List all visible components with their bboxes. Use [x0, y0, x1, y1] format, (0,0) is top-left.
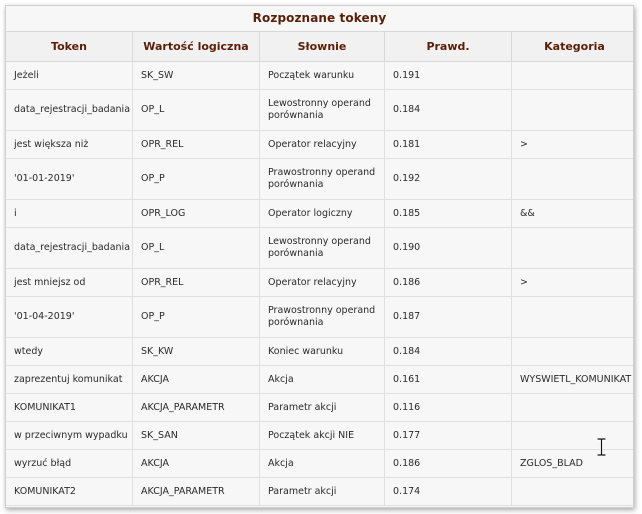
- cell-logic: AKCJA_PARAMETR: [132, 393, 260, 422]
- cell-words: Akcja: [259, 365, 385, 394]
- cell-words: Początek warunku: [259, 61, 385, 90]
- cell-category: [511, 296, 633, 338]
- cell-prob: 0.187: [384, 296, 512, 338]
- cell-category: >: [511, 268, 633, 297]
- cell-logic: AKCJA: [132, 365, 260, 394]
- cell-category: [511, 421, 633, 450]
- cell-category: [511, 89, 633, 131]
- header-token[interactable]: Token: [6, 32, 133, 62]
- cell-token: KOMUNIKAT1: [6, 393, 133, 422]
- cell-token: KOMUNIKAT2: [6, 477, 133, 506]
- cell-words: Akcja: [259, 449, 385, 478]
- header-probability[interactable]: Prawd.: [384, 32, 512, 62]
- cell-category: [511, 337, 633, 366]
- cell-logic: OPR_LOG: [132, 199, 260, 228]
- table-row[interactable]: wtedy SK_KW Koniec warunku 0.184: [6, 337, 633, 366]
- table-header-row: Token Wartość logiczna Słownie Prawd. Ka…: [6, 32, 633, 62]
- cell-words: Lewostronny operand porównania: [259, 89, 385, 131]
- cell-logic: OP_L: [132, 227, 260, 269]
- cell-prob: 0.181: [384, 130, 512, 159]
- cell-words: Operator logiczny: [259, 199, 385, 228]
- cell-prob: 0.184: [384, 337, 512, 366]
- table-row[interactable]: KOMUNIKAT1 AKCJA_PARAMETR Parametr akcji…: [6, 393, 633, 422]
- cell-prob: 0.161: [384, 365, 512, 394]
- cell-words: Parametr akcji: [259, 393, 385, 422]
- cell-prob: 0.174: [384, 477, 512, 506]
- table-row[interactable]: data_rejestracji_badania OP_L Lewostronn…: [6, 227, 633, 269]
- cell-token: i: [6, 199, 133, 228]
- table-row[interactable]: KOMUNIKAT2 AKCJA_PARAMETR Parametr akcji…: [6, 477, 633, 506]
- tokens-table: Token Wartość logiczna Słownie Prawd. Ka…: [6, 32, 633, 506]
- table-caption: Rozpoznane tokeny: [6, 6, 633, 32]
- cell-category: [511, 158, 633, 200]
- cell-category: ZGLOS_BLAD: [511, 449, 633, 478]
- cell-logic: OP_P: [132, 296, 260, 338]
- cell-prob: 0.185: [384, 199, 512, 228]
- cell-logic: OPR_REL: [132, 268, 260, 297]
- cell-logic: SK_SW: [132, 61, 260, 90]
- cell-logic: AKCJA_PARAMETR: [132, 477, 260, 506]
- cell-prob: 0.190: [384, 227, 512, 269]
- cell-logic: OPR_REL: [132, 130, 260, 159]
- table-row[interactable]: zaprezentuj komunikat AKCJA Akcja 0.161 …: [6, 365, 633, 394]
- text-cursor-icon: [597, 438, 606, 456]
- cell-category: [511, 393, 633, 422]
- table-row[interactable]: Jeżeli SK_SW Początek warunku 0.191: [6, 61, 633, 90]
- table-row[interactable]: jest większa niż OPR_REL Operator relacy…: [6, 130, 633, 159]
- cell-token: zaprezentuj komunikat: [6, 365, 133, 394]
- cell-token: '01-01-2019': [6, 158, 133, 200]
- cell-token: jest mniejsz od: [6, 268, 133, 297]
- cell-words: Operator relacyjny: [259, 130, 385, 159]
- cell-token: jest większa niż: [6, 130, 133, 159]
- cell-prob: 0.186: [384, 268, 512, 297]
- cell-words: Prawostronny operand porównania: [259, 296, 385, 338]
- cell-token: w przeciwnym wypadku: [6, 421, 133, 450]
- table-row[interactable]: w przeciwnym wypadku SK_SAN Początek akc…: [6, 421, 633, 450]
- cell-token: wtedy: [6, 337, 133, 366]
- cell-category: >: [511, 130, 633, 159]
- cell-words: Początek akcji NIE: [259, 421, 385, 450]
- table-row[interactable]: data_rejestracji_badania OP_L Lewostronn…: [6, 89, 633, 131]
- table-row[interactable]: '01-01-2019' OP_P Prawostronny operand p…: [6, 158, 633, 200]
- cell-token: '01-04-2019': [6, 296, 133, 338]
- cell-logic: SK_SAN: [132, 421, 260, 450]
- cell-prob: 0.192: [384, 158, 512, 200]
- header-words[interactable]: Słownie: [259, 32, 385, 62]
- cell-words: Koniec warunku: [259, 337, 385, 366]
- cell-prob: 0.177: [384, 421, 512, 450]
- cell-category: [511, 227, 633, 269]
- cell-category: [511, 61, 633, 90]
- cell-words: Parametr akcji: [259, 477, 385, 506]
- cell-token: data_rejestracji_badania: [6, 89, 133, 131]
- cell-token: wyrzuć błąd: [6, 449, 133, 478]
- cell-prob: 0.116: [384, 393, 512, 422]
- cell-logic: AKCJA: [132, 449, 260, 478]
- table-row[interactable]: wyrzuć błąd AKCJA Akcja 0.186 ZGLOS_BLAD: [6, 449, 633, 478]
- cell-words: Operator relacyjny: [259, 268, 385, 297]
- header-logical-value[interactable]: Wartość logiczna: [132, 32, 260, 62]
- cell-words: Prawostronny operand porównania: [259, 158, 385, 200]
- header-category[interactable]: Kategoria: [511, 32, 633, 62]
- cell-category: [511, 477, 633, 506]
- cell-prob: 0.186: [384, 449, 512, 478]
- table-row[interactable]: jest mniejsz od OPR_REL Operator relacyj…: [6, 268, 633, 297]
- cell-words: Lewostronny operand porównania: [259, 227, 385, 269]
- cell-token: data_rejestracji_badania: [6, 227, 133, 269]
- table-row[interactable]: '01-04-2019' OP_P Prawostronny operand p…: [6, 296, 633, 338]
- cell-logic: SK_KW: [132, 337, 260, 366]
- cell-category: WYSWIETL_KOMUNIKAT: [511, 365, 633, 394]
- cell-token: Jeżeli: [6, 61, 133, 90]
- cell-logic: OP_P: [132, 158, 260, 200]
- tokens-panel: Rozpoznane tokeny Token Wartość logiczna…: [5, 5, 634, 508]
- cell-prob: 0.191: [384, 61, 512, 90]
- cell-logic: OP_L: [132, 89, 260, 131]
- table-row[interactable]: i OPR_LOG Operator logiczny 0.185 &&: [6, 199, 633, 228]
- cell-prob: 0.184: [384, 89, 512, 131]
- cell-category: &&: [511, 199, 633, 228]
